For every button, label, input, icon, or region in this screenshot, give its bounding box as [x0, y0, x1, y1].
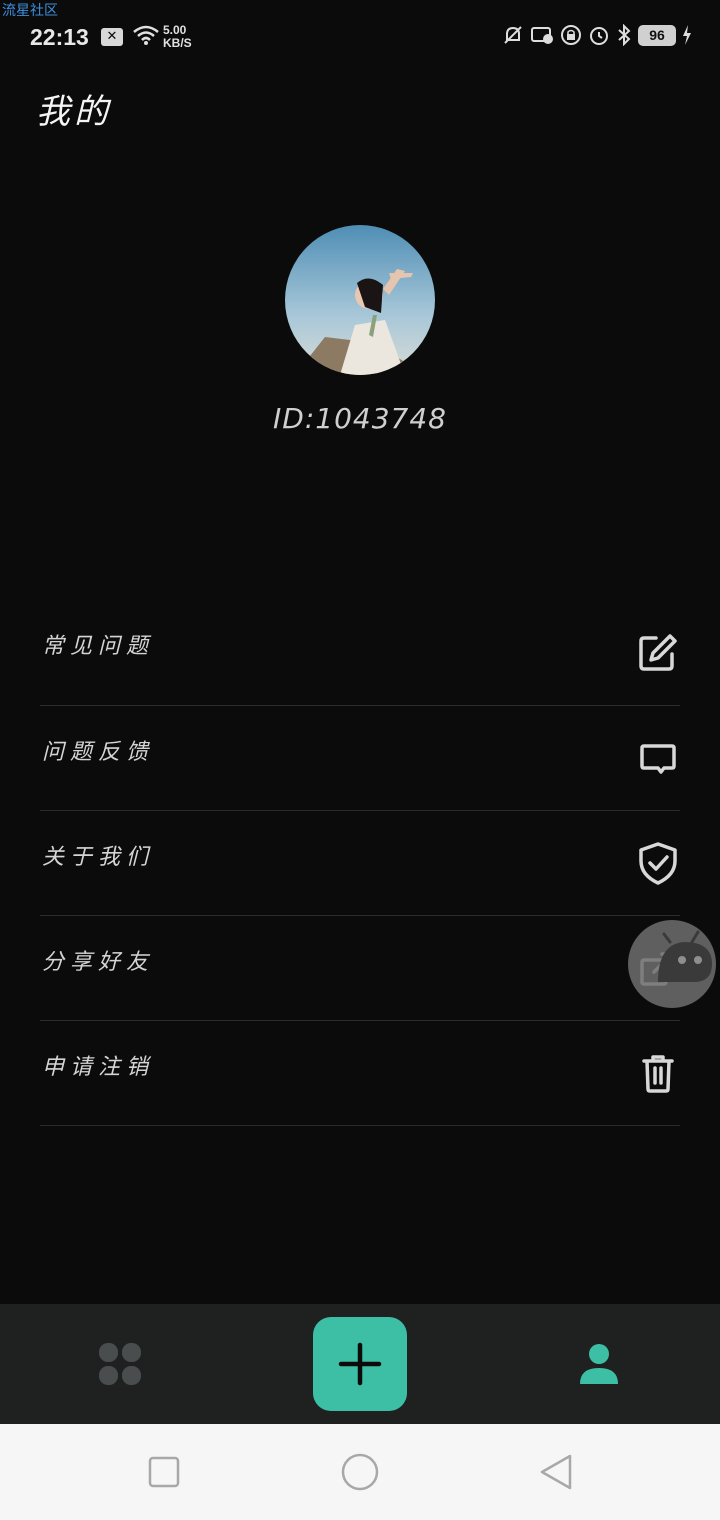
- grid-icon[interactable]: [98, 1342, 142, 1386]
- menu-item-label: 分享好友: [42, 950, 155, 975]
- add-button[interactable]: [313, 1317, 407, 1411]
- menu-item-label: 申请注销: [42, 1055, 155, 1080]
- status-icons: 96: [502, 24, 692, 46]
- menu-item-label: 关于我们: [42, 845, 155, 870]
- menu-item-label: 问题反馈: [42, 740, 155, 765]
- floating-assistant-button[interactable]: [628, 920, 716, 1008]
- notification-x-icon: ✕: [101, 28, 123, 46]
- menu-item-deregister[interactable]: 申请注销: [40, 1021, 680, 1126]
- robot-icon: [658, 930, 712, 982]
- message-icon: [640, 744, 676, 774]
- status-time: 22:13: [30, 24, 89, 50]
- menu-item-faq[interactable]: 常见问题: [40, 600, 680, 706]
- menu-item-share[interactable]: 分享好友: [40, 916, 680, 1021]
- home-circle-icon[interactable]: [340, 1452, 380, 1492]
- recents-icon[interactable]: [144, 1452, 184, 1492]
- menu-item-feedback[interactable]: 问题反馈: [40, 706, 680, 811]
- rotation-lock-icon: [561, 25, 581, 45]
- person-icon[interactable]: [578, 1342, 620, 1386]
- charging-icon: [683, 25, 691, 45]
- bell-muted-icon: [504, 26, 522, 44]
- network-speed: 5.00 KB/S: [163, 23, 192, 50]
- avatar-photo: [285, 225, 435, 375]
- page-title: 我的: [36, 92, 112, 132]
- wifi-icon: [133, 25, 159, 45]
- shield-check-icon: [639, 842, 677, 885]
- bottom-tab-bar: [0, 1304, 720, 1424]
- status-bar: 22:13 ✕ 5.00 KB/S 96: [0, 14, 720, 60]
- plus-icon: [338, 1342, 382, 1386]
- bluetooth-icon: [618, 24, 631, 46]
- system-nav-bar: [0, 1424, 720, 1520]
- battery-indicator: 96: [638, 24, 676, 46]
- menu-item-about[interactable]: 关于我们: [40, 811, 680, 916]
- alarm-icon: [590, 27, 608, 45]
- user-id: ID:1043748: [273, 402, 447, 435]
- back-triangle-icon[interactable]: [536, 1452, 576, 1492]
- cast-icon: [531, 27, 553, 44]
- settings-menu: 常见问题 问题反馈 关于我们 分享好友 申请注销: [40, 600, 680, 1126]
- edit-icon: [639, 634, 677, 671]
- menu-item-label: 常见问题: [42, 634, 155, 659]
- avatar[interactable]: [285, 225, 435, 375]
- trash-icon: [642, 1055, 674, 1093]
